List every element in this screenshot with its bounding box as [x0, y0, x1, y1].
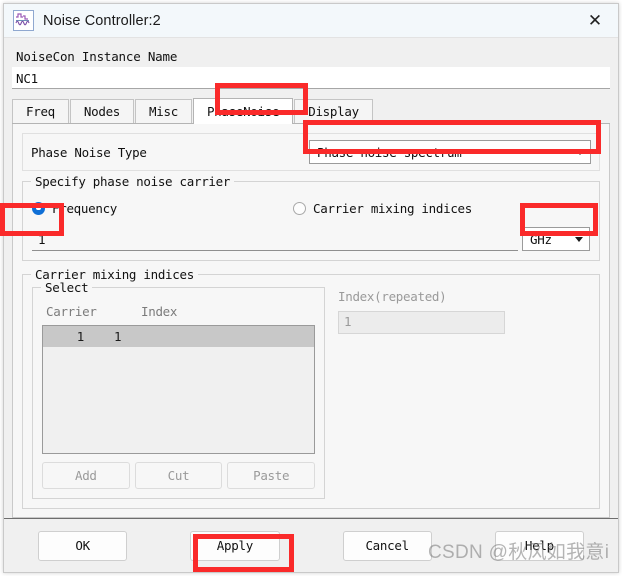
list-item[interactable]: 1 1 — [43, 326, 314, 347]
column-header-carrier: Carrier — [46, 304, 97, 319]
specify-carrier-legend: Specify phase noise carrier — [31, 174, 235, 189]
tab-display[interactable]: Display — [294, 99, 373, 123]
radio-unselected-icon — [293, 201, 307, 215]
radio-carrier-mixing-indices[interactable]: Carrier mixing indices — [293, 201, 472, 216]
radio-frequency[interactable]: Frequency — [32, 201, 117, 216]
cell-index: 1 — [114, 329, 122, 344]
frequency-unit-dropdown[interactable]: GHz — [522, 227, 590, 251]
tab-freq[interactable]: Freq — [12, 99, 69, 123]
paste-button[interactable]: Paste — [227, 462, 316, 489]
carrier-mixing-inner: Select Carrier Index 1 1 Add Cut Paste I… — [32, 280, 590, 499]
window-title: Noise Controller:2 — [43, 12, 161, 29]
close-icon[interactable]: ✕ — [572, 4, 618, 37]
cell-carrier: 1 — [76, 329, 85, 344]
noise-controller-dialog: Noise Controller:2 ✕ NoiseCon Instance N… — [3, 3, 619, 573]
carrier-index-listbox[interactable]: 1 1 — [42, 325, 315, 454]
frequency-value-input[interactable] — [32, 227, 518, 251]
specify-carrier-group: Specify phase noise carrier Frequency Ca… — [22, 174, 600, 261]
radio-frequency-label: Frequency — [52, 200, 118, 216]
tab-misc[interactable]: Misc — [135, 99, 192, 123]
frequency-unit-value: GHz — [530, 231, 552, 247]
cancel-button[interactable]: Cancel — [342, 530, 432, 561]
frequency-row: GHz — [32, 227, 590, 251]
index-repeated-input[interactable]: 1 — [338, 311, 505, 334]
tab-nodes[interactable]: Nodes — [69, 99, 135, 123]
carrier-mixing-indices-group: Carrier mixing indices Select Carrier In… — [22, 267, 600, 509]
help-button[interactable]: Help — [494, 530, 584, 561]
index-repeated-label: Index(repeated) — [338, 289, 447, 304]
cut-button[interactable]: Cut — [134, 462, 223, 489]
instance-name-input[interactable] — [12, 67, 610, 89]
instance-name-label: NoiseCon Instance Name — [16, 49, 178, 64]
select-group: Select Carrier Index 1 1 Add Cut Paste — [32, 280, 325, 499]
phase-noise-type-row: Phase Noise Type Phase noise spectrum — [22, 133, 600, 171]
tab-strip: Freq Nodes Misc PhaseNoise Display — [12, 97, 610, 124]
chevron-down-icon — [576, 149, 584, 155]
apply-button[interactable]: Apply — [190, 530, 280, 561]
list-action-buttons: Add Cut Paste — [42, 462, 316, 489]
ok-button[interactable]: OK — [38, 530, 128, 561]
select-legend: Select — [41, 280, 93, 295]
radio-carrier-mixing-label: Carrier mixing indices — [313, 200, 472, 216]
list-column-headers: Carrier Index — [42, 300, 315, 325]
radio-selected-icon — [32, 201, 45, 215]
index-repeated-column: Index(repeated) 1 — [325, 287, 590, 499]
dialog-body: NoiseCon Instance Name Freq Nodes Misc P… — [4, 38, 618, 518]
title-bar: Noise Controller:2 ✕ — [4, 4, 618, 38]
tab-phasenoise[interactable]: PhaseNoise — [192, 98, 294, 124]
carrier-radio-row: Frequency Carrier mixing indices — [32, 198, 590, 218]
phase-noise-type-value: Phase noise spectrum — [317, 144, 462, 160]
add-button[interactable]: Add — [42, 462, 130, 489]
phasenoise-tab-page: Phase Noise Type Phase noise spectrum Sp… — [12, 124, 610, 518]
column-header-index: Index — [141, 304, 178, 319]
phase-noise-type-label: Phase Noise Type — [31, 144, 147, 160]
dialog-footer: OK Apply Cancel Help — [4, 518, 618, 572]
chevron-down-icon — [575, 236, 583, 242]
phase-noise-type-dropdown[interactable]: Phase noise spectrum — [309, 140, 591, 164]
waveform-schematic-icon — [13, 10, 34, 31]
